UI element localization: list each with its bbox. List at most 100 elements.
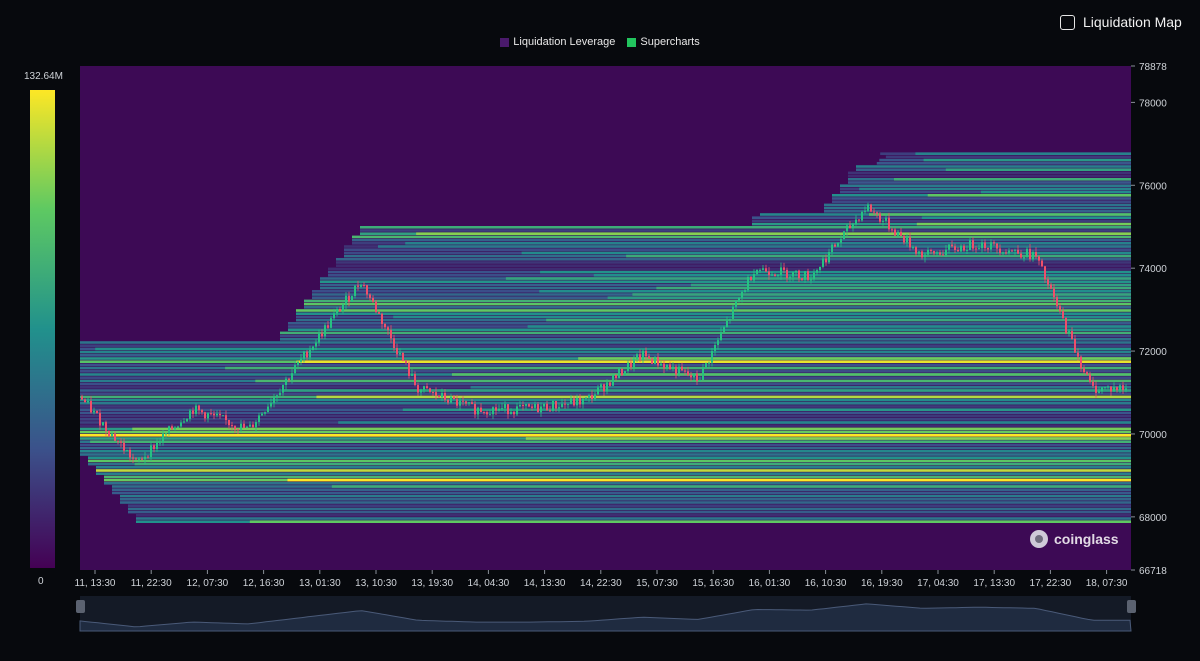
candle-body (441, 392, 443, 398)
candle-body (309, 350, 311, 358)
candle-body (1080, 356, 1082, 369)
candle-body (531, 406, 533, 408)
liquidation-band (593, 274, 1131, 277)
candle-body (762, 268, 764, 270)
candle-body (978, 248, 980, 250)
candle-body (450, 396, 452, 403)
candle-body (192, 410, 194, 414)
candle-body (204, 412, 206, 419)
candle-body (222, 415, 224, 417)
candle-body (1020, 253, 1022, 258)
liquidation-band (304, 306, 1131, 309)
x-tick-label: 15, 16:30 (692, 578, 734, 589)
liquidation-band (416, 232, 1131, 235)
candle-body (1119, 385, 1121, 391)
candle-body (117, 440, 119, 442)
x-tick-label: 12, 16:30 (243, 578, 285, 589)
candle-body (501, 408, 503, 410)
candle-body (105, 422, 107, 431)
candle-body (687, 371, 689, 376)
liquidation-heatmap-chart[interactable]: 132.64M 0 78878 78000 76000 74000 72000 70000… (0, 0, 1200, 661)
navigator-left-handle[interactable] (76, 600, 85, 613)
candle-body (705, 363, 707, 368)
candle-body (213, 413, 215, 416)
candle-body (1005, 252, 1007, 254)
candle-body (306, 351, 308, 358)
candle-body (423, 386, 425, 390)
candle-body (1086, 372, 1088, 375)
liquidation-band (280, 338, 1131, 341)
candle-body (900, 231, 902, 236)
y-tick-label: 78000 (1139, 98, 1167, 109)
liquidation-band (96, 472, 1131, 475)
candle-body (738, 297, 740, 302)
candle-body (981, 242, 983, 249)
candle-body (504, 404, 506, 409)
candle-body (90, 400, 92, 413)
candle-body (1017, 249, 1019, 254)
candle-body (93, 410, 95, 413)
liquidation-band (848, 171, 1131, 175)
candle-body (828, 252, 830, 263)
candle-body (726, 320, 728, 328)
x-tick-label: 11, 22:30 (131, 578, 172, 589)
candle-body (933, 251, 935, 254)
candle-body (285, 378, 287, 386)
liquidation-band (80, 398, 1131, 402)
candle-body (318, 333, 320, 343)
liquidation-band (915, 152, 1131, 155)
candle-body (1089, 374, 1091, 382)
candle-body (366, 285, 368, 295)
liquidation-band (112, 488, 1131, 491)
candle-body (150, 445, 152, 458)
candle-body (480, 407, 482, 412)
candle-body (426, 386, 428, 389)
candle-body (591, 395, 593, 400)
candle-body (393, 338, 395, 349)
navigator-right-handle[interactable] (1127, 600, 1136, 613)
candle-body (1101, 387, 1103, 392)
candle-body (123, 442, 125, 451)
candle-body (804, 271, 806, 280)
candle-body (873, 211, 875, 213)
liquidation-band (80, 402, 1131, 405)
liquidation-band (868, 213, 1131, 216)
liquidation-band (451, 373, 1131, 376)
candle-body (225, 415, 227, 421)
candle-body (921, 251, 923, 258)
candle-body (615, 375, 617, 379)
liquidation-band (132, 427, 1131, 431)
liquidation-band (128, 510, 1131, 514)
candle-body (570, 398, 572, 404)
liquidation-band (80, 405, 1131, 408)
candle-body (678, 366, 680, 375)
candle-body (651, 358, 653, 364)
candle-body (468, 402, 470, 404)
liquidation-band (287, 478, 1131, 482)
candle-body (1083, 368, 1085, 373)
liquidation-band (255, 379, 1131, 383)
x-tick-label: 12, 07:30 (187, 578, 229, 589)
x-tick-label: 17, 04:30 (917, 578, 959, 589)
candle-body (495, 407, 497, 411)
candle-body (84, 399, 86, 403)
candle-body (1044, 266, 1046, 280)
liquidation-band (80, 382, 1131, 386)
candle-body (840, 239, 842, 243)
candle-body (342, 304, 344, 312)
candle-body (516, 406, 518, 415)
liquidation-band (90, 440, 1131, 443)
candle-body (864, 210, 866, 212)
candle-body (903, 235, 905, 243)
candle-body (642, 350, 644, 360)
candle-body (141, 458, 143, 460)
liquidation-band (281, 389, 1131, 392)
candle-body (519, 405, 521, 407)
candle-body (126, 449, 128, 451)
candle-body (693, 373, 695, 378)
candle-body (420, 389, 422, 393)
y-tick-label: 66718 (1139, 566, 1167, 577)
y-tick-label: 76000 (1139, 181, 1167, 192)
candle-body (567, 403, 569, 405)
candle-body (246, 426, 248, 428)
